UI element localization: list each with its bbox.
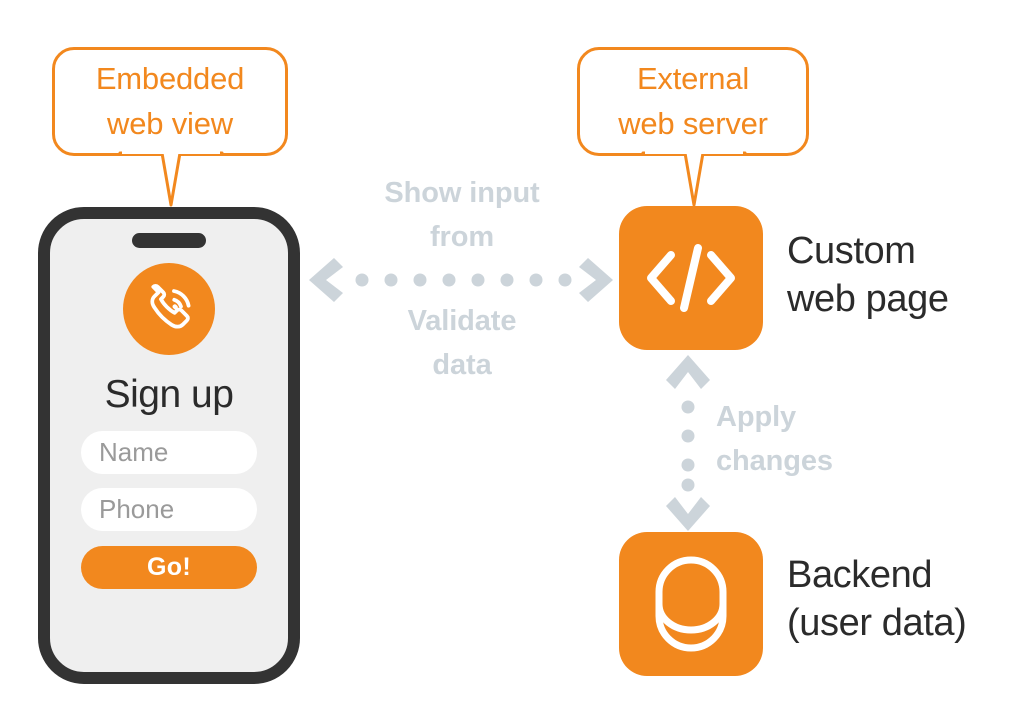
connector-label-validate-data: Validate data — [407, 305, 517, 381]
phone-speaker-notch — [132, 233, 206, 248]
callout-embedded-web-view: Embedded web view — [52, 47, 288, 156]
callout-left-tail-icon — [118, 150, 224, 207]
phone-call-icon — [123, 263, 215, 355]
callout-left-label: Embedded web view — [95, 61, 245, 141]
connector-label-show-input: Show input from — [384, 177, 540, 253]
node-label-custom-web-page: Custom web page — [787, 230, 949, 320]
database-cylinder-icon — [655, 556, 727, 652]
code-brackets-icon — [647, 244, 735, 312]
phone-mockup: Sign up Go! — [38, 207, 300, 684]
callout-right-label: External web server — [618, 61, 768, 141]
name-field[interactable] — [81, 431, 257, 474]
callout-external-web-server: External web server — [577, 47, 809, 156]
phone-field[interactable] — [81, 488, 257, 531]
page-title: Sign up — [104, 373, 234, 416]
diagram-canvas: Embedded web view External web server Si… — [0, 0, 1024, 719]
phone-screen: Sign up Go! — [50, 263, 288, 589]
connector-label-apply-changes: Apply changes — [716, 401, 833, 477]
callout-right-tail-icon — [641, 150, 747, 207]
node-label-backend: Backend (user data) — [787, 554, 967, 644]
node-custom-web-page — [619, 206, 763, 350]
submit-button[interactable]: Go! — [81, 546, 257, 589]
node-backend — [619, 532, 763, 676]
